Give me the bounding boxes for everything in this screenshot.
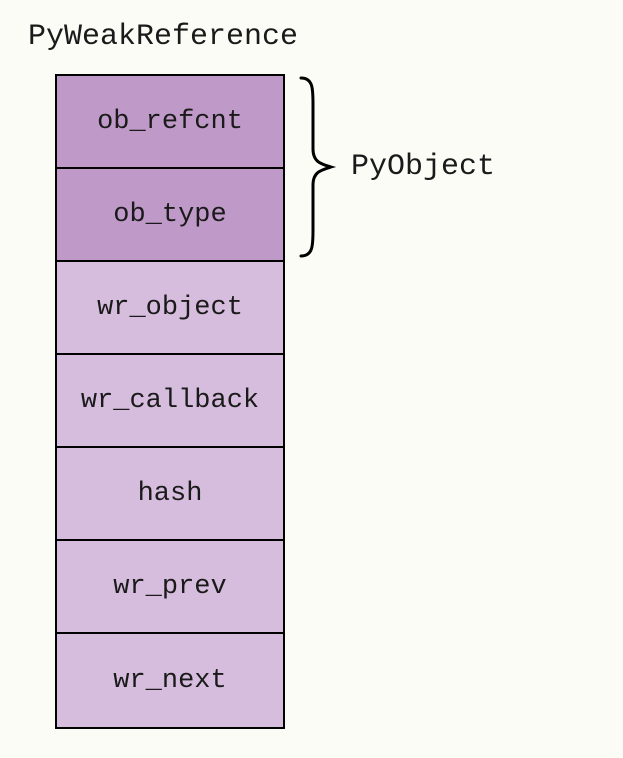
- field-ob-refcnt: ob_refcnt: [57, 76, 283, 169]
- field-wr-next: wr_next: [57, 634, 283, 727]
- field-wr-prev: wr_prev: [57, 541, 283, 634]
- diagram-title: PyWeakReference: [28, 20, 603, 54]
- brace-icon: [293, 74, 343, 260]
- field-wr-object: wr_object: [57, 262, 283, 355]
- diagram-container: ob_refcnt ob_type wr_object wr_callback …: [55, 74, 603, 729]
- pyobject-annotation: PyObject: [293, 74, 495, 260]
- pyobject-label: PyObject: [351, 150, 495, 184]
- field-wr-callback: wr_callback: [57, 355, 283, 448]
- struct-table: ob_refcnt ob_type wr_object wr_callback …: [55, 74, 285, 729]
- field-hash: hash: [57, 448, 283, 541]
- field-ob-type: ob_type: [57, 169, 283, 262]
